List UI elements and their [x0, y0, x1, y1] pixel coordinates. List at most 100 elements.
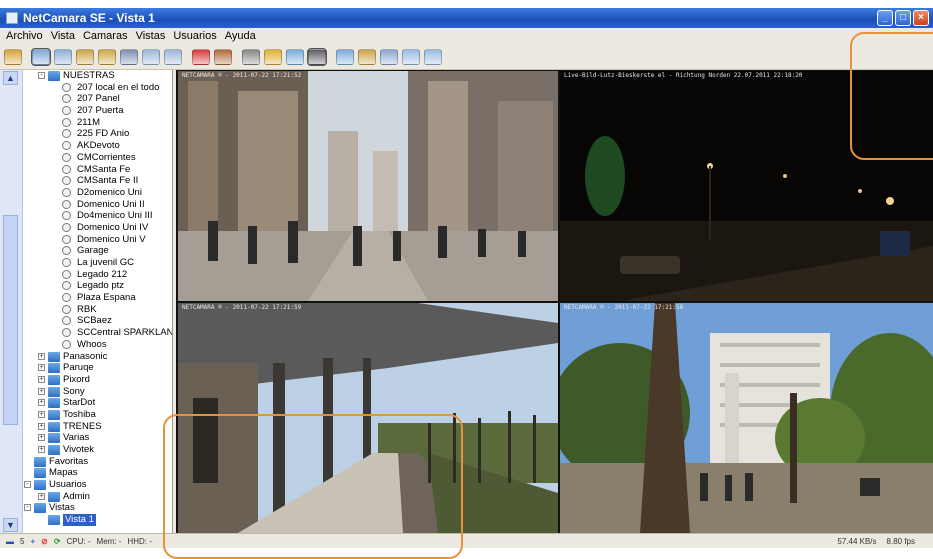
tree-item-folder[interactable]: + Vivotek [24, 444, 172, 456]
monitor-icon[interactable] [286, 49, 304, 65]
folder-icon[interactable] [4, 49, 22, 65]
zoom-out-icon[interactable]: ▬ [6, 537, 14, 546]
monitor-icon[interactable] [380, 49, 398, 65]
tree-item-folder[interactable]: + StarDot [24, 397, 172, 409]
tree-item-label: Do4menico Uni III [77, 210, 153, 222]
tree-item-camera[interactable]: 211M [24, 117, 172, 129]
folder-icon [48, 374, 60, 385]
scroll-thumb[interactable] [3, 215, 18, 425]
menu-vistas[interactable]: Vistas [136, 30, 166, 42]
tree-item-folder[interactable]: + Panasonic [24, 351, 172, 363]
scroll-down-icon[interactable]: ▼ [3, 518, 18, 532]
tree-item-folder[interactable]: Favoritas [24, 456, 172, 468]
tree-item-camera[interactable]: Do4menico Uni III [24, 210, 172, 222]
tree-item-camera[interactable]: D2omenico Uni [24, 187, 172, 199]
add-icon[interactable]: + [30, 537, 35, 546]
tree-item-camera[interactable]: RBK [24, 304, 172, 316]
tree-item-folder[interactable]: - Vistas [24, 502, 172, 514]
camera-icon [62, 94, 71, 104]
tree-item-folder[interactable]: + Varias [24, 432, 172, 444]
expand-icon[interactable]: + [38, 399, 45, 407]
alarm-icon[interactable] [264, 49, 282, 65]
camera-select-icon[interactable] [31, 48, 51, 66]
tree-item-camera[interactable]: CMCorrientes [24, 152, 172, 164]
expand-icon[interactable]: + [38, 375, 45, 383]
tree-item-camera[interactable]: CMSanta Fe II [24, 175, 172, 187]
tree-item-camera[interactable]: CMSanta Fe [24, 164, 172, 176]
toolbar [0, 45, 933, 70]
tree-item-camera[interactable]: 225 FD Anio [24, 128, 172, 140]
monitor-icon[interactable] [424, 49, 442, 65]
tree-item-folder[interactable]: + Admin [24, 491, 172, 503]
collapse-icon[interactable]: - [24, 481, 31, 489]
layout-icon[interactable] [76, 49, 94, 65]
monitor-icon[interactable] [164, 49, 182, 65]
tree-item-label: Pixord [63, 373, 90, 385]
tree-item-camera[interactable]: Garage [24, 245, 172, 257]
tree-item-camera[interactable]: Legado ptz [24, 280, 172, 292]
camera-icon [62, 234, 71, 244]
expand-icon[interactable]: + [38, 410, 45, 418]
expand-icon[interactable]: + [38, 387, 45, 395]
monitor-icon[interactable] [336, 49, 354, 65]
settings-icon[interactable] [120, 49, 138, 65]
tree-item-folder[interactable]: + Pixord [24, 374, 172, 386]
scroll-up-icon[interactable]: ▲ [3, 71, 18, 85]
menu-usuarios[interactable]: Usuarios [173, 30, 216, 42]
tree-item-camera[interactable]: SCCentral SPARKLAN [24, 327, 172, 339]
info-icon[interactable] [214, 49, 232, 65]
tree-item-camera[interactable]: 207 Panel [24, 93, 172, 105]
collapse-icon[interactable]: - [24, 504, 31, 512]
maximize-button[interactable]: □ [895, 10, 911, 26]
record-icon[interactable] [192, 49, 210, 65]
tree-item-camera[interactable]: La juvenil GC [24, 257, 172, 269]
minimize-button[interactable]: _ [877, 10, 893, 26]
tree-item-camera[interactable]: 207 local en el todo [24, 82, 172, 94]
tree-item-camera[interactable]: Plaza Espana [24, 292, 172, 304]
tree-item-camera[interactable]: Domenico Uni V [24, 234, 172, 246]
monitor-icon[interactable] [402, 49, 420, 65]
folder-icon [48, 351, 60, 362]
tree-item-camera[interactable]: 207 Puerta [24, 105, 172, 117]
title-bar[interactable]: NetCamara SE - Vista 1 _ □ × [0, 8, 933, 28]
printer-icon[interactable] [242, 49, 260, 65]
tree-item-folder[interactable]: + TRENES [24, 421, 172, 433]
stop-icon[interactable]: ⊘ [41, 537, 48, 546]
tree-item-folder[interactable]: - NUESTRAS [24, 70, 172, 82]
tree-item-folder[interactable]: - Usuarios [24, 479, 172, 491]
camera-feed-4[interactable]: NETCAMARA ® - 2011-07-22 17:21:58 [560, 303, 933, 533]
tree-item-camera[interactable]: SCBaez [24, 315, 172, 327]
app-icon [6, 12, 18, 24]
monitor-icon[interactable] [142, 49, 160, 65]
expand-icon[interactable]: + [38, 352, 45, 360]
ptz-icon[interactable] [307, 48, 327, 66]
tree-item-folder[interactable]: Mapas [24, 467, 172, 479]
tree-item-folder[interactable]: + Paruqe [24, 362, 172, 374]
expand-icon[interactable]: + [38, 422, 45, 430]
expand-icon[interactable]: + [38, 364, 45, 372]
expand-icon[interactable]: + [38, 446, 45, 453]
camera-feed-1[interactable]: NETCAMARA ® - 2011-07-22 17:21:52 [178, 71, 558, 301]
tree-item-camera[interactable]: Domenico Uni II [24, 199, 172, 211]
expand-icon[interactable]: + [38, 492, 45, 500]
menu-camaras[interactable]: Camaras [83, 30, 128, 42]
close-button[interactable]: × [913, 10, 929, 26]
tree-item-camera[interactable]: AKDevoto [24, 140, 172, 152]
tree-item-folder[interactable]: + Toshiba [24, 409, 172, 421]
tree-scrollbar[interactable]: ▲ ▼ [0, 70, 23, 533]
tree-item-folder[interactable]: Vista 1 [24, 514, 172, 526]
tree-item-camera[interactable]: Whoos [24, 339, 172, 351]
menu-ayuda[interactable]: Ayuda [225, 30, 256, 42]
monitor-icon[interactable] [54, 49, 72, 65]
menu-archivo[interactable]: Archivo [6, 30, 43, 42]
layout-icon[interactable] [98, 49, 116, 65]
tree-item-folder[interactable]: + Sony [24, 386, 172, 398]
refresh-icon[interactable]: ⟳ [54, 537, 61, 546]
tree-item-camera[interactable]: Legado 212 [24, 269, 172, 281]
tree-item-label: CMCorrientes [77, 151, 136, 163]
tree-item-camera[interactable]: Domenico Uni IV [24, 222, 172, 234]
collapse-icon[interactable]: - [38, 72, 45, 79]
expand-icon[interactable]: + [38, 434, 45, 442]
menu-vista[interactable]: Vista [51, 30, 75, 42]
layout-icon[interactable] [358, 49, 376, 65]
